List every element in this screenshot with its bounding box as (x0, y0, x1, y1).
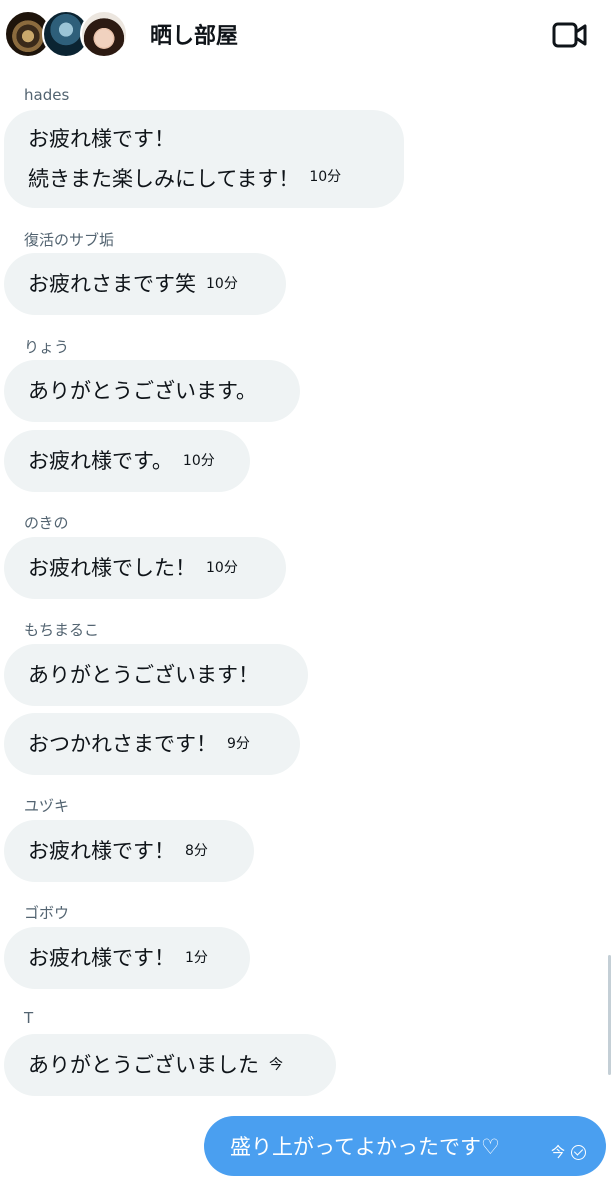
my-message-bubble[interactable]: 盛り上がってよかったです♡ 今 (204, 1116, 606, 1176)
message-bubble[interactable]: お疲れ様です！ 8分 (4, 820, 254, 882)
message-text: お疲れ様です！ (28, 946, 175, 970)
message-bubble[interactable]: ありがとうございました 今 (4, 1034, 336, 1096)
sender-name: T (24, 1009, 34, 1027)
conversation-title[interactable]: 晒し部屋 (150, 18, 238, 50)
message-text: ありがとうございます。 (28, 379, 257, 403)
message-bubble[interactable]: お疲れ様でした！ 10分 (4, 537, 286, 599)
message-bubble[interactable]: お疲れさまです笑 10分 (4, 253, 286, 315)
message-timestamp: 8分 (185, 843, 208, 859)
conversation-header: 晒し部屋 (0, 0, 614, 70)
message-text: ありがとうございます！ (28, 663, 259, 687)
sent-check-icon (571, 1144, 586, 1160)
message-timestamp: 10分 (309, 169, 342, 185)
message-timestamp: 1分 (185, 950, 208, 966)
video-camera-icon (552, 22, 587, 48)
message-bubble[interactable]: お疲れ様です！ 続きまた楽しみにしてます！ 10分 (4, 110, 404, 208)
scrollbar[interactable] (608, 955, 611, 1075)
video-call-button[interactable] (552, 20, 588, 50)
message-text: お疲れ様です！ (28, 839, 175, 863)
message-text: ありがとうございました (28, 1053, 259, 1077)
message-timestamp: 9分 (227, 736, 250, 752)
message-timestamp: 今 (551, 1145, 565, 1161)
message-timestamp: 今 (269, 1057, 283, 1073)
sender-name: もちまるこ (24, 621, 100, 639)
message-bubble[interactable]: おつかれさまです！ 9分 (4, 713, 300, 775)
sender-name: りょう (24, 338, 70, 356)
sender-name: のきの (24, 514, 69, 532)
message-status: 今 (551, 1142, 586, 1162)
sender-name: 復活のサブ垢 (24, 231, 115, 249)
message-timestamp: 10分 (206, 560, 238, 576)
message-text: お疲れさまです笑 (28, 272, 196, 296)
message-bubble[interactable]: ありがとうございます！ (4, 644, 308, 706)
sender-name: hades (24, 86, 70, 104)
message-bubble[interactable]: ありがとうございます。 (4, 360, 300, 422)
avatar[interactable] (80, 10, 128, 58)
message-text: お疲れ様です！ 続きまた楽しみにしてます！ (28, 127, 300, 191)
message-bubble[interactable]: お疲れ様です！ 1分 (4, 927, 250, 989)
message-text: おつかれさまです！ (28, 732, 217, 756)
message-timestamp: 10分 (206, 276, 238, 292)
sender-name: ゴボウ (24, 904, 70, 922)
message-text: 盛り上がってよかったです♡ (230, 1135, 500, 1159)
message-bubble[interactable]: お疲れ様です。 10分 (4, 430, 250, 492)
sender-name: ユヅキ (24, 797, 70, 815)
message-text: お疲れ様でした！ (28, 556, 196, 580)
message-text: お疲れ様です。 (28, 449, 173, 473)
message-timestamp: 10分 (182, 453, 215, 469)
